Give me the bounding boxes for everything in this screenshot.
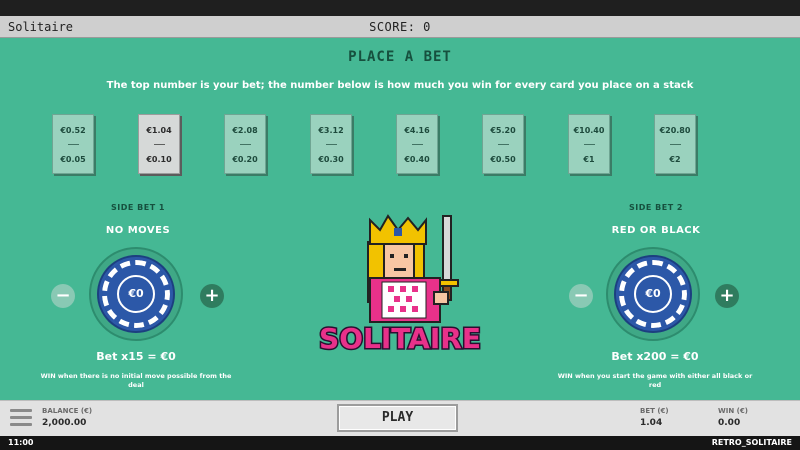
bet-amount: €4.16 [404, 126, 430, 135]
bet-win-amount: €0.40 [404, 155, 430, 164]
bet-win-amount: €0.50 [490, 155, 516, 164]
bet-amount: €10.40 [573, 126, 605, 135]
side-bet-2-multiplier: Bet x200 = €0 [611, 350, 699, 363]
side-bet-1-chip[interactable]: €0 [99, 257, 173, 331]
score-display: SCORE: 0 [369, 20, 431, 34]
side-bet-1-label: SIDE BET 1 [111, 203, 165, 212]
divider [670, 144, 681, 145]
win-label: WIN (€) [718, 407, 748, 415]
bet-value: 1.04 [640, 418, 663, 428]
divider [326, 144, 337, 145]
play-button[interactable]: PLAY [337, 404, 458, 432]
side-bet-1-title: NO MOVES [105, 225, 171, 236]
bet-option-2[interactable]: €1.04 €0.10 [138, 114, 180, 174]
app-header: Solitaire SCORE: 0 [0, 16, 800, 38]
bet-win-amount: €0.20 [232, 155, 258, 164]
menu-icon[interactable] [10, 409, 32, 429]
chip-value: €0 [634, 275, 672, 313]
bet-amount: €3.12 [318, 126, 344, 135]
win-value: 0.00 [718, 418, 741, 428]
bet-option-3[interactable]: €2.08 €0.20 [224, 114, 266, 174]
bet-label: BET (€) [640, 407, 669, 415]
divider [584, 144, 595, 145]
side-bet-2-increase-button[interactable]: + [715, 284, 739, 308]
clock: 11:00 [8, 438, 34, 447]
status-bar: 11:00 RETRO_SOLITAIRE [0, 436, 800, 450]
divider [68, 144, 79, 145]
side-bet-2-chip[interactable]: €0 [616, 257, 690, 331]
side-bet-1-decrease-button[interactable]: − [51, 284, 75, 308]
bet-option-6[interactable]: €5.20 €0.50 [482, 114, 524, 174]
game-name: RETRO_SOLITAIRE [711, 438, 792, 447]
bet-option-8[interactable]: €20.80 €2 [654, 114, 696, 174]
bet-amount: €20.80 [659, 126, 691, 135]
page-title: PLACE A BET [348, 49, 452, 65]
divider [154, 144, 165, 145]
side-bet-2-description: WIN when you start the game with either … [557, 372, 753, 389]
bet-options: €0.52 €0.05 €1.04 €0.10 €2.08 €0.20 €3.1… [52, 114, 752, 174]
bet-win-amount: €1 [583, 155, 595, 164]
balance-value: 2,000.00 [42, 418, 87, 428]
bet-amount: €1.04 [146, 126, 172, 135]
side-bet-1-description: WIN when there is no initial move possib… [40, 372, 232, 389]
bet-win-amount: €0.05 [60, 155, 86, 164]
king-icon [367, 214, 459, 323]
side-bet-1-multiplier: Bet x15 = €0 [96, 350, 176, 363]
logo-wordmark: SOLITAIRE [319, 322, 481, 355]
divider [412, 144, 423, 145]
window-titlebar [0, 0, 800, 16]
footer-bar: BALANCE (€) 2,000.00 PLAY BET (€) 1.04 W… [0, 400, 800, 436]
bet-win-amount: €0.10 [146, 155, 172, 164]
bet-amount: €0.52 [60, 126, 86, 135]
chip-value: €0 [117, 275, 155, 313]
side-bet-2-label: SIDE BET 2 [629, 203, 683, 212]
bet-option-7[interactable]: €10.40 €1 [568, 114, 610, 174]
side-bet-2-title: RED OR BLACK [611, 225, 701, 236]
bet-option-5[interactable]: €4.16 €0.40 [396, 114, 438, 174]
side-bet-1-increase-button[interactable]: + [200, 284, 224, 308]
bet-amount: €5.20 [490, 126, 516, 135]
bet-win-amount: €2 [669, 155, 681, 164]
balance-label: BALANCE (€) [42, 407, 93, 415]
bet-option-1[interactable]: €0.52 €0.05 [52, 114, 94, 174]
bet-option-4[interactable]: €3.12 €0.30 [310, 114, 352, 174]
divider [240, 144, 251, 145]
bet-instructions: The top number is your bet; the number b… [106, 80, 694, 91]
bet-amount: €2.08 [232, 126, 258, 135]
side-bet-2-decrease-button[interactable]: − [569, 284, 593, 308]
divider [498, 144, 509, 145]
bet-win-amount: €0.30 [318, 155, 344, 164]
solitaire-logo: SOLITAIRE [318, 214, 482, 357]
